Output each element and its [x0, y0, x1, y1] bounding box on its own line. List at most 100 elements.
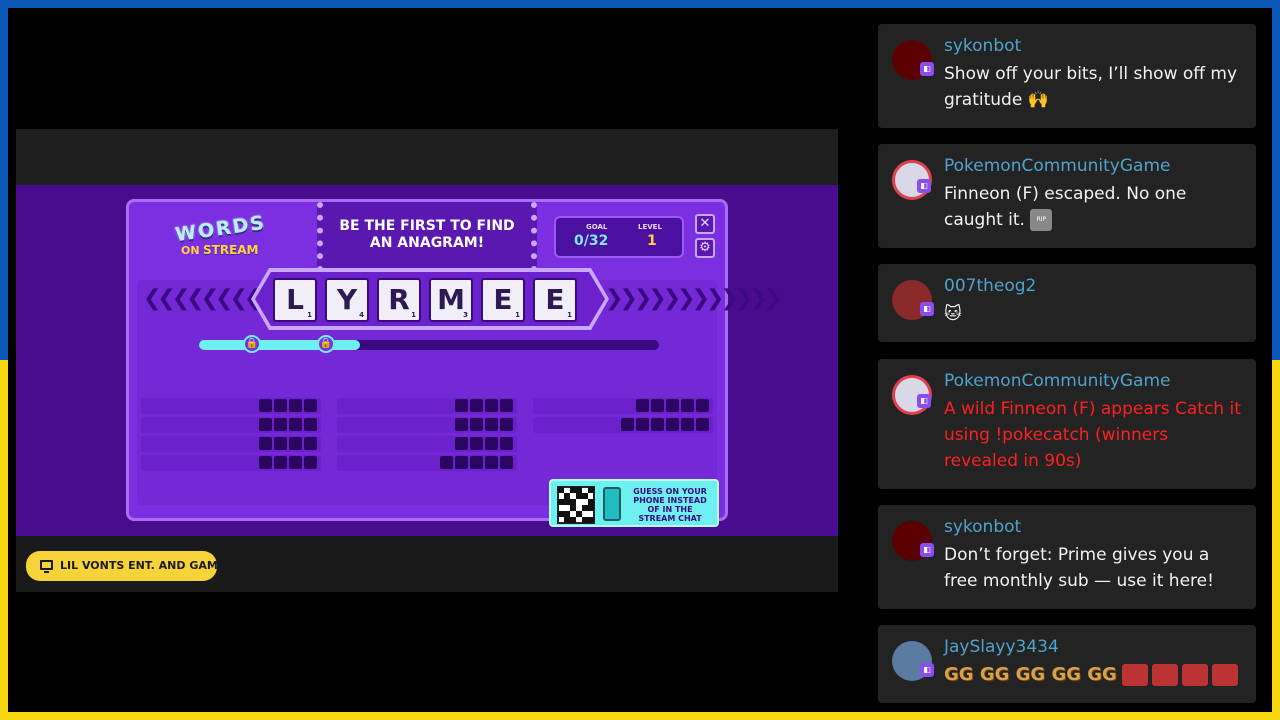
- user-avatar[interactable]: ◧: [892, 280, 934, 320]
- chat-username[interactable]: PokemonCommunityGame: [944, 371, 1170, 391]
- qr-code[interactable]: [557, 486, 595, 524]
- answer-slot-cell: [274, 399, 287, 412]
- settings-gear-icon[interactable]: ⚙: [695, 238, 715, 258]
- channel-name: LIL VONTS ENT. AND GAMING: [60, 559, 241, 572]
- user-avatar[interactable]: ◧: [892, 375, 932, 415]
- letter-tile: E1: [481, 278, 525, 322]
- letter-tile: L1: [273, 278, 317, 322]
- answer-slot-cell: [304, 456, 317, 469]
- twitch-badge-icon: ◧: [920, 663, 934, 677]
- chat-message: ◧ PokemonCommunityGame Finneon (F) escap…: [878, 144, 1256, 248]
- answer-slot-cell: [621, 418, 634, 431]
- answer-slot-cell: [651, 418, 664, 431]
- emote-icon: [1182, 664, 1209, 686]
- answer-slot-cell: [470, 456, 483, 469]
- game-area[interactable]: WORDS ON STREAM BE THE FIRST TO FIND AN …: [16, 185, 838, 536]
- emote-icon: [1212, 664, 1239, 686]
- words-on-stream-logo: WORDS ON STREAM: [169, 212, 269, 264]
- answer-slot-cell: [470, 399, 483, 412]
- answer-slot-cell: [289, 418, 302, 431]
- chat-username[interactable]: PokemonCommunityGame: [944, 156, 1170, 176]
- headline-line-2: AN ANAGRAM!: [369, 235, 485, 251]
- letter-tile: M3: [429, 278, 473, 322]
- answer-slot-cell: [304, 418, 317, 431]
- answer-slot-cell: [274, 456, 287, 469]
- chat-message-text: 🐱: [944, 304, 962, 324]
- answer-slot-cell: [259, 418, 272, 431]
- answer-slot-cell: [259, 437, 272, 450]
- qr-module: [588, 505, 594, 511]
- channel-badge[interactable]: LIL VONTS ENT. AND GAMING: [26, 551, 240, 581]
- letter-tile: E1: [533, 278, 577, 322]
- answer-slot-cell: [455, 456, 468, 469]
- twitch-badge-icon: ◧: [920, 302, 934, 316]
- answer-slot-cell: [666, 399, 679, 412]
- level-label: LEVEL: [638, 223, 662, 231]
- rip-emote-icon: RIP: [1030, 209, 1053, 231]
- answer-slot-cell: [455, 399, 468, 412]
- answer-slot-cell: [274, 418, 287, 431]
- answer-slot-cell: [696, 399, 709, 412]
- user-avatar[interactable]: ◧: [892, 160, 932, 200]
- answer-slot-cell: [289, 399, 302, 412]
- close-icon[interactable]: ✕: [695, 214, 715, 234]
- chat-username[interactable]: JaySlayy3434: [944, 637, 1059, 657]
- goal-label: GOAL: [586, 223, 608, 231]
- chat-username[interactable]: sykonbot: [944, 36, 1021, 56]
- logo-stream-text: STREAM: [203, 243, 259, 257]
- chat-message-text: Show off your bits, I’ll show off my gra…: [944, 64, 1238, 110]
- answer-slot-cell: [455, 418, 468, 431]
- user-avatar[interactable]: ◧: [892, 40, 934, 80]
- answer-slot-cell: [259, 399, 272, 412]
- answer-slot-cell: [289, 456, 302, 469]
- phone-icon: [603, 487, 621, 521]
- lock-icon: 🔒: [317, 335, 335, 353]
- chat-username[interactable]: sykonbot: [944, 517, 1021, 537]
- twitch-badge-icon: ◧: [917, 394, 931, 408]
- headline-box: BE THE FIRST TO FIND AN ANAGRAM!: [317, 202, 537, 272]
- game-board: WORDS ON STREAM BE THE FIRST TO FIND AN …: [126, 199, 782, 527]
- lock-icon: 🔒: [243, 335, 261, 353]
- chat-message-text: A wild Finneon (F) appears Catch it usin…: [944, 399, 1241, 471]
- right-chevrons-decoration: ❯❯❯❯❯❯❯❯❯❯❯❯: [605, 286, 782, 311]
- answer-slot-cell: [304, 437, 317, 450]
- answer-slot-cell: [696, 418, 709, 431]
- chat-message: ◧ PokemonCommunityGame A wild Finneon (F…: [878, 359, 1256, 489]
- user-avatar[interactable]: ◧: [892, 521, 934, 561]
- user-avatar[interactable]: ◧: [892, 641, 934, 681]
- stream-top-bar: [16, 129, 838, 185]
- headline-line-1: BE THE FIRST TO FIND: [339, 218, 515, 234]
- answer-slot-cell: [500, 437, 513, 450]
- answer-slot-cell: [666, 418, 679, 431]
- progress-bar: 🔒 🔒: [199, 335, 659, 353]
- phone-guess-text: GUESS ON YOUR PHONE INSTEAD OF IN THE ST…: [633, 487, 707, 523]
- answer-slot-cell: [455, 437, 468, 450]
- letter-tile: Y4: [325, 278, 369, 322]
- answer-slot-cell: [485, 399, 498, 412]
- answer-slot-cell: [681, 399, 694, 412]
- goal-level-box: GOAL 0/32 LEVEL 1: [554, 216, 684, 258]
- answer-slot-cell: [485, 418, 498, 431]
- answer-slot-cell: [304, 399, 317, 412]
- gg-emotes: GG GG GG GG GG: [944, 664, 1117, 685]
- chat-message: ◧ sykonbot Show off your bits, I’ll show…: [878, 24, 1256, 128]
- emote-icon: [1152, 664, 1179, 686]
- answer-slot-cell: [651, 399, 664, 412]
- monitor-icon: [40, 560, 53, 573]
- chat-message: ◧ JaySlayy3434 GG GG GG GG GG: [878, 625, 1256, 703]
- chat-message: ◧ 007theog2 🐱: [878, 264, 1256, 342]
- headline: BE THE FIRST TO FIND AN ANAGRAM!: [323, 218, 531, 252]
- logo-words-text: WORDS: [173, 211, 268, 247]
- chat-message: ◧ sykonbot Don’t forget: Prime gives you…: [878, 505, 1256, 609]
- progress-fill: [199, 340, 360, 350]
- stream-bottom-bar: LIL VONTS ENT. AND GAMING: [16, 536, 838, 592]
- answer-slot-cell: [470, 437, 483, 450]
- answer-slot-cell: [636, 399, 649, 412]
- answer-slot-cell: [289, 437, 302, 450]
- answer-slot-cell: [681, 418, 694, 431]
- phone-guess-banner[interactable]: GUESS ON YOUR PHONE INSTEAD OF IN THE ST…: [549, 479, 719, 527]
- answer-slot-cell: [440, 456, 453, 469]
- answer-slot-cell: [500, 418, 513, 431]
- chat-username[interactable]: 007theog2: [944, 276, 1036, 296]
- chat-message-text: Don’t forget: Prime gives you a free mon…: [944, 545, 1214, 591]
